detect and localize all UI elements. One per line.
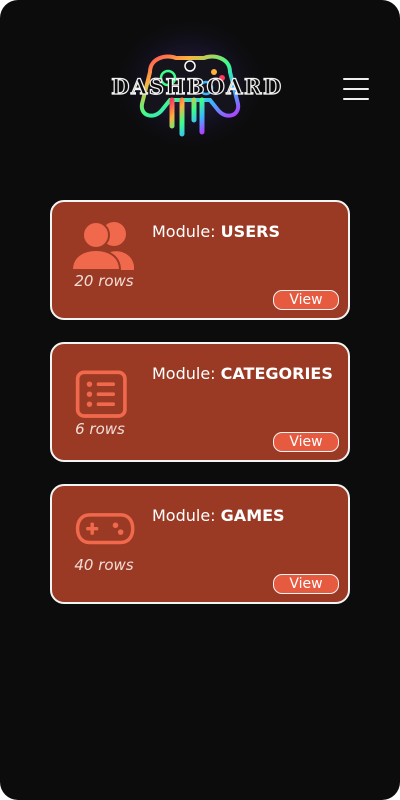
- module-title: Module: USERS: [152, 222, 280, 241]
- module-title: Module: CATEGORIES: [152, 364, 333, 383]
- module-card-categories: 6 rows Module: CATEGORIES View: [50, 342, 350, 462]
- app-screen: DASHBOARD 20 rows Module: USERS View 6 r…: [0, 0, 400, 800]
- header: DASHBOARD: [0, 0, 400, 170]
- module-name: USERS: [220, 222, 280, 241]
- view-games-button[interactable]: View: [273, 574, 339, 594]
- row-count: 6 rows: [75, 420, 125, 438]
- gamepad-icon: [75, 513, 135, 545]
- view-users-button[interactable]: View: [273, 290, 339, 310]
- menu-icon-bar: [343, 98, 369, 100]
- module-name: GAMES: [220, 506, 285, 525]
- module-card-games: 40 rows Module: GAMES View: [50, 484, 350, 604]
- module-card-users: 20 rows Module: USERS View: [50, 200, 350, 320]
- menu-icon: [343, 78, 369, 80]
- row-count: 40 rows: [74, 556, 134, 574]
- menu-button[interactable]: [338, 74, 374, 104]
- row-count: 20 rows: [74, 272, 134, 290]
- module-label: Module:: [152, 506, 216, 525]
- module-label: Module:: [152, 364, 216, 383]
- module-label: Module:: [152, 222, 216, 241]
- module-title: Module: GAMES: [152, 506, 285, 525]
- menu-icon-bar: [343, 88, 369, 90]
- module-list: 20 rows Module: USERS View 6 rows Module…: [50, 200, 350, 626]
- list-icon: [75, 370, 127, 418]
- users-icon: [70, 221, 134, 271]
- page-title: DASHBOARD: [111, 73, 283, 99]
- module-name: CATEGORIES: [220, 364, 333, 383]
- view-categories-button[interactable]: View: [273, 432, 339, 452]
